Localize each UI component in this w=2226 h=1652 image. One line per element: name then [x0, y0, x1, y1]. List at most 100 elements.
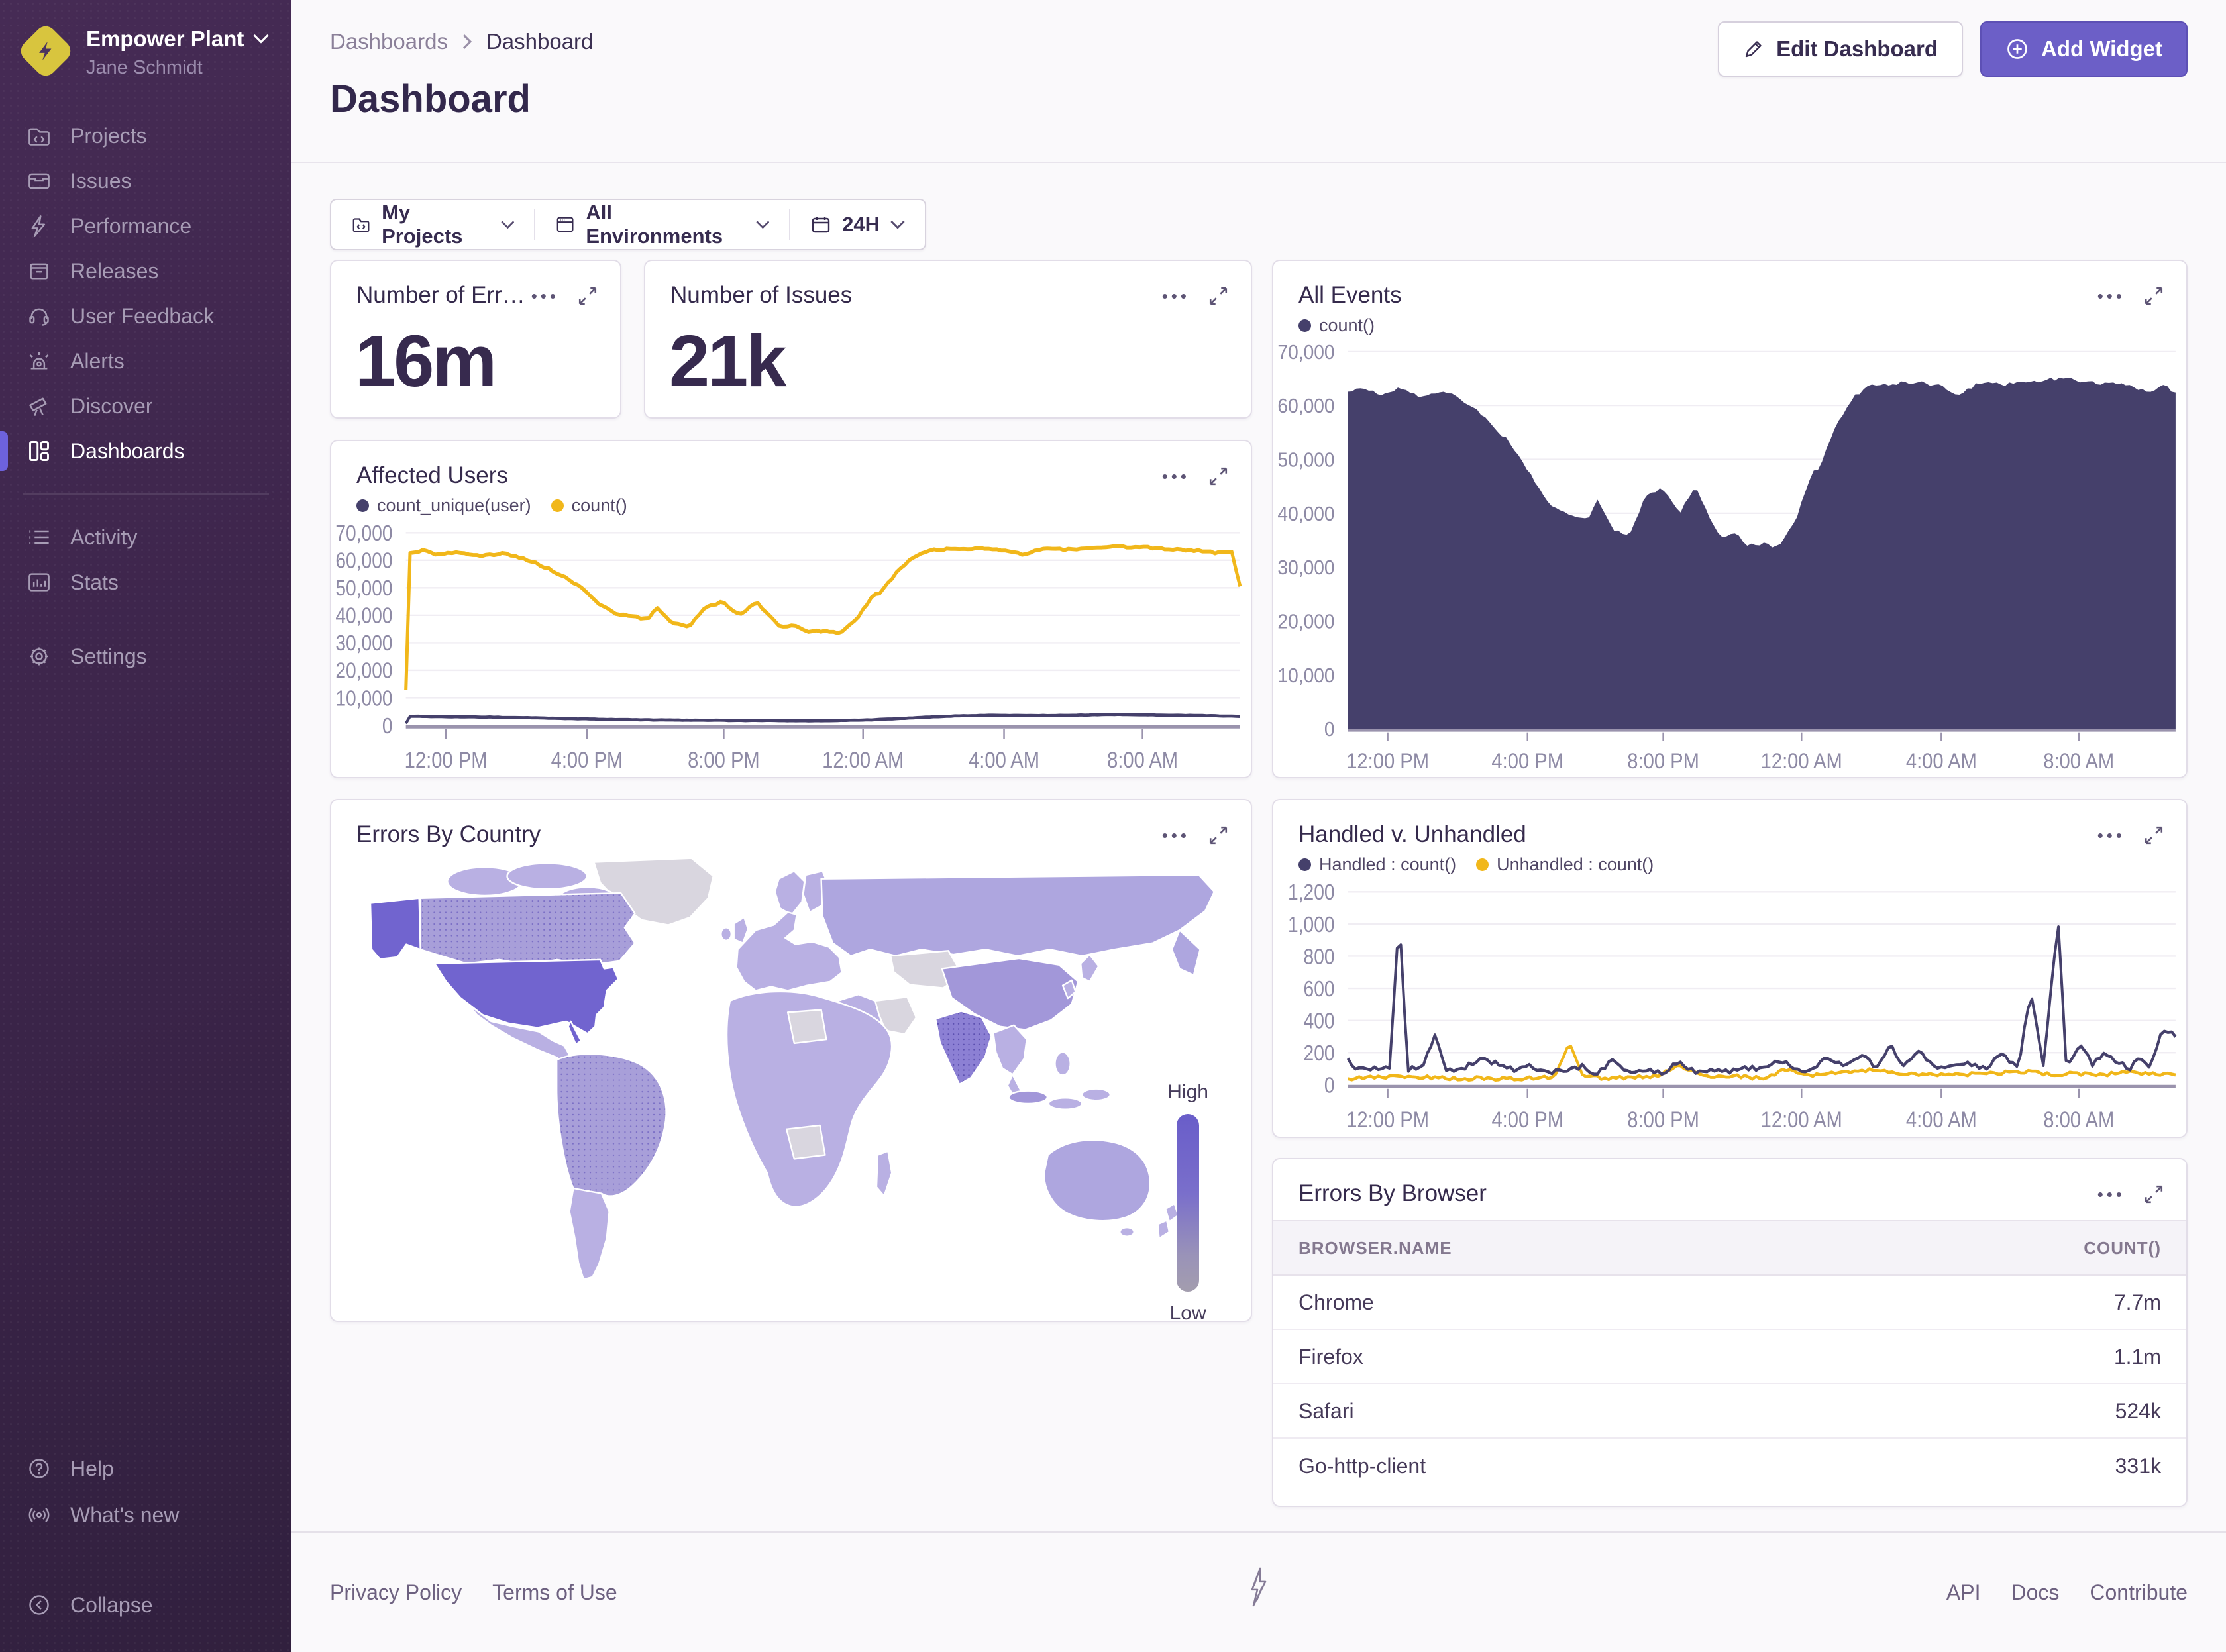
widget-errors-by-browser: Errors By Browser ••• BROWSER.NAME COUNT…	[1272, 1158, 2188, 1507]
time-range-label: 24H	[842, 213, 880, 236]
expand-icon[interactable]	[578, 286, 598, 306]
chevron-down-icon	[890, 220, 905, 230]
widget-title: Number of Issues	[670, 282, 852, 309]
broadcast-icon	[26, 1503, 52, 1527]
svg-text:800: 800	[1304, 944, 1335, 969]
expand-icon[interactable]	[2144, 1184, 2164, 1204]
terms-of-use-link[interactable]: Terms of Use	[492, 1580, 617, 1605]
sidebar-collapse-button[interactable]: Collapse	[0, 1582, 292, 1628]
svg-text:4:00 AM: 4:00 AM	[1906, 1107, 1977, 1133]
sidebar-divider	[23, 493, 269, 495]
widget-menu-icon[interactable]: •••	[1162, 287, 1190, 305]
edit-dashboard-button[interactable]: Edit Dashboard	[1718, 21, 1963, 77]
world-map: High Low	[331, 848, 1251, 1321]
svg-text:60,000: 60,000	[335, 548, 392, 573]
svg-text:12:00 PM: 12:00 PM	[405, 747, 488, 773]
sidebar-item-activity[interactable]: Activity	[0, 515, 292, 560]
stack-icon	[26, 169, 52, 193]
widget-value: 21k	[645, 309, 1251, 403]
choropleth-map	[342, 852, 1240, 1314]
activity-list-icon	[26, 525, 52, 549]
org-switcher[interactable]: Empower Plant Jane Schmidt	[0, 0, 292, 79]
sidebar-item-label: Issues	[70, 169, 131, 193]
project-filter[interactable]: My Projects	[331, 200, 534, 249]
widget-menu-icon[interactable]: •••	[2097, 827, 2125, 844]
widget-title: Errors By Country	[356, 821, 541, 848]
svg-text:40,000: 40,000	[335, 603, 392, 629]
sidebar-item-user-feedback[interactable]: User Feedback	[0, 293, 292, 338]
time-range-filter[interactable]: 24H	[790, 200, 925, 249]
docs-link[interactable]: Docs	[2011, 1580, 2059, 1605]
sidebar-item-performance[interactable]: Performance	[0, 203, 292, 248]
browser-count: 1.1m	[2114, 1345, 2161, 1369]
add-widget-label: Add Widget	[2041, 36, 2162, 62]
sidebar-item-whats-new[interactable]: What's new	[0, 1492, 292, 1538]
sidebar-item-releases[interactable]: Releases	[0, 248, 292, 293]
sidebar-item-label: Performance	[70, 214, 191, 238]
svg-text:60,000: 60,000	[1277, 395, 1334, 417]
sidebar-item-settings[interactable]: Settings	[0, 634, 292, 679]
legend-dot	[1476, 858, 1489, 871]
svg-text:40,000: 40,000	[1277, 503, 1334, 525]
browser-count: 524k	[2115, 1399, 2161, 1423]
org-name[interactable]: Empower Plant	[86, 26, 244, 52]
legend-dot	[356, 499, 369, 512]
widget-title: Handled v. Unhandled	[1298, 821, 1526, 848]
widget-menu-icon[interactable]: •••	[1162, 827, 1190, 844]
svg-text:4:00 AM: 4:00 AM	[1906, 750, 1977, 774]
legend-item: count()	[1298, 315, 1375, 336]
expand-icon[interactable]	[2144, 825, 2164, 845]
expand-icon[interactable]	[1208, 466, 1228, 486]
telescope-icon	[26, 394, 52, 418]
svg-text:1,000: 1,000	[1288, 912, 1334, 937]
folder-code-icon	[26, 124, 52, 148]
api-link[interactable]: API	[1946, 1580, 1981, 1605]
sidebar-item-label: Help	[70, 1457, 114, 1481]
expand-icon[interactable]	[1208, 825, 1228, 845]
table-row: Chrome 7.7m	[1273, 1276, 2186, 1330]
handled-unhandled-chart: 02004006008001,0001,20012:00 PM4:00 PM8:…	[1273, 878, 2186, 1137]
svg-text:30,000: 30,000	[1277, 556, 1334, 579]
expand-icon[interactable]	[2144, 286, 2164, 306]
widget-title: All Events	[1298, 282, 1402, 309]
sidebar-item-label: Dashboards	[70, 439, 185, 464]
environment-filter[interactable]: All Environments	[535, 200, 789, 249]
sidebar-item-help[interactable]: Help	[0, 1445, 292, 1492]
folder-code-icon	[351, 214, 371, 235]
svg-text:8:00 AM: 8:00 AM	[1107, 747, 1178, 773]
sidebar-item-discover[interactable]: Discover	[0, 384, 292, 429]
svg-text:600: 600	[1304, 976, 1335, 1002]
sidebar-item-label: User Feedback	[70, 304, 214, 329]
bar-chart-icon	[26, 570, 52, 594]
collapse-icon	[26, 1593, 52, 1617]
widget-menu-icon[interactable]: •••	[2097, 287, 2125, 305]
sidebar-item-projects[interactable]: Projects	[0, 113, 292, 158]
widget-value: 16m	[331, 309, 620, 403]
table-row: Safari 524k	[1273, 1384, 2186, 1439]
sidebar-item-stats[interactable]: Stats	[0, 560, 292, 605]
svg-text:20,000: 20,000	[335, 658, 392, 684]
dashboard-icon	[26, 439, 52, 463]
sidebar-item-label: Activity	[70, 525, 137, 550]
help-icon	[26, 1457, 52, 1480]
sidebar: Empower Plant Jane Schmidt Projects Issu…	[0, 0, 292, 1652]
sidebar-item-dashboards[interactable]: Dashboards	[0, 429, 292, 474]
widget-menu-icon[interactable]: •••	[1162, 468, 1190, 485]
sidebar-item-issues[interactable]: Issues	[0, 158, 292, 203]
page-title: Dashboard	[330, 77, 531, 121]
widget-number-of-errors: Number of Err… ••• 16m	[330, 260, 621, 419]
contribute-link[interactable]: Contribute	[2090, 1580, 2188, 1605]
breadcrumb-dashboards[interactable]: Dashboards	[330, 29, 448, 54]
project-filter-label: My Projects	[382, 201, 490, 248]
svg-text:20,000: 20,000	[1277, 610, 1334, 633]
calendar-icon	[810, 214, 831, 235]
sidebar-item-alerts[interactable]: Alerts	[0, 338, 292, 384]
add-widget-button[interactable]: Add Widget	[1980, 21, 2188, 77]
expand-icon[interactable]	[1208, 286, 1228, 306]
privacy-policy-link[interactable]: Privacy Policy	[330, 1580, 462, 1605]
widget-menu-icon[interactable]: •••	[531, 287, 559, 305]
sentry-logo	[1240, 1565, 1277, 1616]
table-row: Firefox 1.1m	[1273, 1330, 2186, 1384]
widget-menu-icon[interactable]: •••	[2097, 1186, 2125, 1203]
svg-text:4:00 PM: 4:00 PM	[1491, 750, 1564, 774]
